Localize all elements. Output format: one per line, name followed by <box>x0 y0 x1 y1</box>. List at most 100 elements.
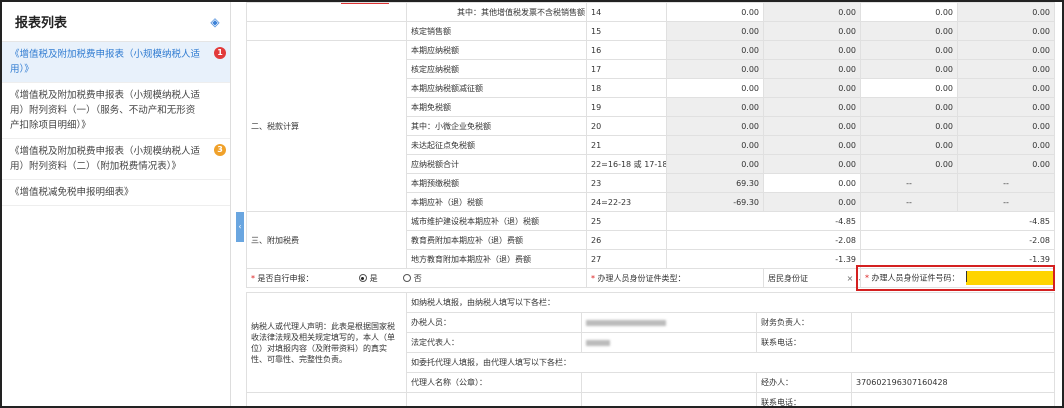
value-cell: 0.00 <box>957 116 1055 136</box>
sidebar-item-main-report[interactable]: 《增值税及附加税费申报表（小规模纳税人适用）》 1 <box>2 42 230 83</box>
row-name: 地方教育附加本期应补（退）费额 <box>406 249 587 269</box>
radio-yes[interactable] <box>358 274 367 282</box>
layers-icon[interactable]: ◈ <box>208 15 222 29</box>
value-cell: -1.39 <box>666 249 861 269</box>
value-cell: -4.85 <box>666 211 861 231</box>
value-cell: 0.00 <box>763 116 861 136</box>
value-cell: 0.00 <box>763 135 861 155</box>
phone2-label: 联系电话： <box>756 392 852 406</box>
value-cell: 0.00 <box>763 192 861 212</box>
value-cell: 0.00 <box>860 116 958 136</box>
row-name: 本期预缴税额 <box>406 173 587 193</box>
taxpayer-fill-note: 如纳税人填报，由纳税人填写以下各栏： <box>406 292 1055 313</box>
table-row: 二、税款计算 本期应纳税额 16 0.00 0.00 0.00 0.00 <box>246 40 1055 212</box>
value-cell: 0.00 <box>957 97 1055 117</box>
value-cell: -4.85 <box>860 211 1055 231</box>
row-name: 本期应纳税额减征额 <box>406 78 587 98</box>
value-cell: 0.00 <box>957 135 1055 155</box>
value-cell: 0.00 <box>957 2 1055 22</box>
value-cell: -- <box>957 192 1055 212</box>
sidebar-item-appendix-one[interactable]: 《增值税及附加税费申报表（小规模纳税人适用）附列资料（一）（服务、不动产和无形资… <box>2 83 230 139</box>
value-cell[interactable]: 0.00 <box>666 78 764 98</box>
redacted-name <box>586 319 666 326</box>
row-name: 未达起征点免税额 <box>406 135 587 155</box>
value-cell: 0.00 <box>666 59 764 79</box>
section-surcharge: 三、附加税费 <box>246 211 407 269</box>
row-no: 21 <box>586 135 667 155</box>
value-cell: 0.00 <box>666 40 764 60</box>
row-no: 14 <box>586 2 667 22</box>
report-form: 其中：其他增值税发票不含税销售额 14 0.00 0.00 0.00 0.00 … <box>246 2 1062 406</box>
value-cell[interactable]: 0.00 <box>666 2 764 22</box>
row-name: 核定应纳税额 <box>406 59 587 79</box>
sidebar-header: 报表列表 ◈ <box>2 2 230 42</box>
sidebar-item-label: 《增值税减免税申报明细表》 <box>10 187 134 198</box>
finance-head-label: 财务负责人： <box>756 312 852 333</box>
radio-no[interactable] <box>402 274 411 282</box>
value-cell[interactable]: 0.00 <box>860 78 958 98</box>
operator-label: 经办人： <box>756 372 852 393</box>
phone-field[interactable] <box>851 332 1055 353</box>
row-no: 23 <box>586 173 667 193</box>
radio-yes-label: 是 <box>369 273 378 283</box>
value-cell: -2.08 <box>666 230 861 250</box>
sidebar-title: 报表列表 <box>15 16 68 31</box>
table-row: 其中：其他增值税发票不含税销售额 14 0.00 0.00 0.00 0.00 <box>246 2 1055 22</box>
sidebar-item-exemption-detail[interactable]: 《增值税减免税申报明细表》 <box>2 180 230 206</box>
row-name: 本期应纳税额 <box>406 40 587 60</box>
row-no: 24=22-23 <box>586 192 667 212</box>
row-no: 22=16-18 或 17-18 <box>586 154 667 174</box>
row-name: 应纳税额合计 <box>406 154 587 174</box>
row-no: 19 <box>586 97 667 117</box>
report-list-sidebar: 报表列表 ◈ 《增值税及附加税费申报表（小规模纳税人适用）》 1 《增值税及附加… <box>2 2 231 406</box>
value-cell: 0.00 <box>860 59 958 79</box>
row-name: 本期免税额 <box>406 97 587 117</box>
id-type-select[interactable]: 居民身份证 ×⌄ <box>768 273 860 284</box>
row-no: 17 <box>586 59 667 79</box>
value-cell: 0.00 <box>860 154 958 174</box>
value-cell: 0.00 <box>957 40 1055 60</box>
value-cell: 0.00 <box>763 97 861 117</box>
value-cell: 0.00 <box>763 154 861 174</box>
sidebar-item-label: 《增值税及附加税费申报表（小规模纳税人适用）》 <box>10 49 201 75</box>
declaration-note: 纳税人或代理人声明：此表是根据国家税收法律法规及相关规定填写的，本人（单位）对填… <box>246 292 407 393</box>
value-cell: 0.00 <box>666 135 764 155</box>
phone-label: 联系电话： <box>756 332 852 353</box>
value-cell: 0.00 <box>957 78 1055 98</box>
value-cell: -69.30 <box>666 192 764 212</box>
value-cell: -2.08 <box>860 230 1055 250</box>
value-cell: 0.00 <box>860 135 958 155</box>
tax-table: 其中：其他增值税发票不含税销售额 14 0.00 0.00 0.00 0.00 … <box>246 2 1055 288</box>
legal-rep-label: 法定代表人： <box>406 332 582 353</box>
clear-icon[interactable]: × <box>847 274 854 283</box>
row-no: 20 <box>586 116 667 136</box>
value-cell: 69.30 <box>666 173 764 193</box>
value-cell: 0.00 <box>666 97 764 117</box>
row-no: 26 <box>586 230 667 250</box>
row-no: 18 <box>586 78 667 98</box>
collapse-sidebar-handle[interactable]: ‹ <box>236 212 244 242</box>
id-type-value: 居民身份证 <box>768 273 808 283</box>
agent-name-label: 代理人名称（公章）： <box>406 372 582 393</box>
operator-id: 370602196307160428 <box>851 372 1055 393</box>
value-cell: 0.00 <box>860 21 958 41</box>
value-cell: 0.00 <box>957 59 1055 79</box>
error-badge: 1 <box>214 47 226 59</box>
id-type-label: 办理人员身份证件类型： <box>597 273 686 283</box>
value-cell[interactable]: 0.00 <box>860 2 958 22</box>
table-row: 三、附加税费 城市维护建设税本期应补（退）税额 25 -4.85 -4.85 <box>246 211 1055 269</box>
highlight-box <box>856 265 1055 291</box>
phone2-field[interactable] <box>851 392 1055 406</box>
sidebar-item-label: 《增值税及附加税费申报表（小规模纳税人适用）附列资料（二）（附加税费情况表）》 <box>10 146 201 172</box>
finance-head-field[interactable] <box>851 312 1055 333</box>
value-cell[interactable]: 0.00 <box>763 173 861 193</box>
agent-name-field[interactable] <box>581 372 757 393</box>
sidebar-item-appendix-two[interactable]: 《增值税及附加税费申报表（小规模纳税人适用）附列资料（二）（附加税费情况表）》 … <box>2 139 230 180</box>
section-tax-calc: 二、税款计算 <box>246 40 407 212</box>
value-cell: 0.00 <box>763 2 861 22</box>
table-row: 核定销售额 15 0.00 0.00 0.00 0.00 <box>246 21 1055 41</box>
agent-fill-note: 如委托代理人填报，由代理人填写以下各栏： <box>406 352 1055 373</box>
value-cell: 0.00 <box>957 21 1055 41</box>
row-name: 其中：小微企业免税额 <box>406 116 587 136</box>
redacted-name <box>586 339 610 346</box>
